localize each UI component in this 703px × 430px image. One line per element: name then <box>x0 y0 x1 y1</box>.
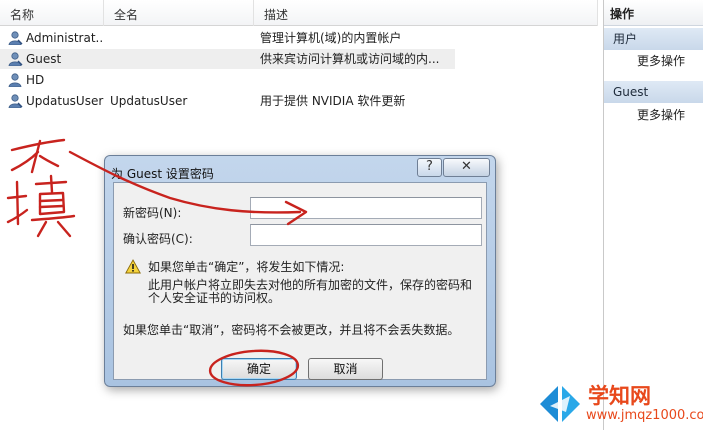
dialog-title: 为 Guest 设置密码 <box>111 167 214 181</box>
new-password-field[interactable] <box>250 197 482 219</box>
ok-button[interactable]: 确定 <box>221 358 297 380</box>
actions-group-guest[interactable]: Guest <box>604 81 703 103</box>
new-password-label: 新密码(N): <box>123 206 182 220</box>
list-item[interactable]: Guest 供来宾访问计算机或访问域的内... <box>0 49 598 69</box>
watermark-url: www.jmqz1000.com <box>586 408 703 423</box>
user-description: 管理计算机(域)的内置帐户 <box>260 31 402 45</box>
site-logo-icon <box>540 386 580 422</box>
column-header-fullname[interactable]: 全名 <box>104 0 254 26</box>
user-name: UpdatusUser <box>26 94 104 108</box>
user-icon <box>8 94 23 108</box>
user-name: Guest <box>26 52 62 66</box>
user-description: 用于提供 NVIDIA 软件更新 <box>260 94 406 108</box>
close-icon: ✕ <box>461 159 472 174</box>
actions-group-users[interactable]: 用户 <box>604 28 703 50</box>
watermark-site-name: 学知网 <box>588 384 651 408</box>
user-name: HD <box>26 73 45 87</box>
user-fullname <box>110 70 250 90</box>
user-icon <box>8 31 23 45</box>
close-button[interactable]: ✕ <box>443 158 490 177</box>
confirm-password-field[interactable] <box>250 224 482 246</box>
user-name: Administrat... <box>26 31 104 45</box>
help-button[interactable]: ? <box>417 158 442 177</box>
user-icon <box>8 52 23 66</box>
confirm-password-label: 确认密码(C): <box>123 232 193 246</box>
warning-heading: 如果您单击“确定”，将发生如下情况: <box>148 260 345 274</box>
more-actions-guest-link[interactable]: 更多操作 <box>604 104 703 126</box>
user-description <box>260 70 460 90</box>
user-fullname <box>110 49 250 69</box>
column-header-name[interactable]: 名称 <box>0 0 104 26</box>
actions-pane-title: 操作 <box>604 0 703 26</box>
cancel-button[interactable]: 取消 <box>308 358 383 380</box>
list-item[interactable]: HD <box>0 70 598 90</box>
user-fullname: UpdatusUser <box>110 94 188 108</box>
list-item[interactable]: Administrat... 管理计算机(域)的内置帐户 <box>0 28 598 48</box>
list-item[interactable]: UpdatusUser UpdatusUser 用于提供 NVIDIA 软件更新 <box>0 91 598 111</box>
dialog-body: 新密码(N): 确认密码(C): 如果您单击“确定”，将发生如下情况: 此用户帐… <box>113 182 487 380</box>
user-icon <box>8 73 22 87</box>
more-actions-users-link[interactable]: 更多操作 <box>604 50 703 72</box>
actions-pane: 操作 用户 更多操作 Guest 更多操作 <box>603 0 703 430</box>
list-header: 名称 全名 描述 <box>0 0 598 26</box>
user-fullname <box>110 28 250 48</box>
set-password-dialog: 为 Guest 设置密码 ? ✕ 新密码(N): 确认密码(C): 如果您单击“… <box>104 155 496 387</box>
user-description: 供来宾访问计算机或访问域的内... <box>260 52 440 66</box>
cancel-note: 如果您单击“取消”，密码将不会被更改，并且将不会丢失数据。 <box>123 323 460 337</box>
warning-icon <box>125 259 141 274</box>
warning-detail-line2: 个人安全证书的访问权。 <box>148 291 281 305</box>
column-header-description[interactable]: 描述 <box>254 0 598 26</box>
warning-detail-line1: 此用户帐户将立即失去对他的所有加密的文件，保存的密码和 <box>148 278 473 292</box>
site-watermark: 学知网 www.jmqz1000.com <box>518 374 703 430</box>
